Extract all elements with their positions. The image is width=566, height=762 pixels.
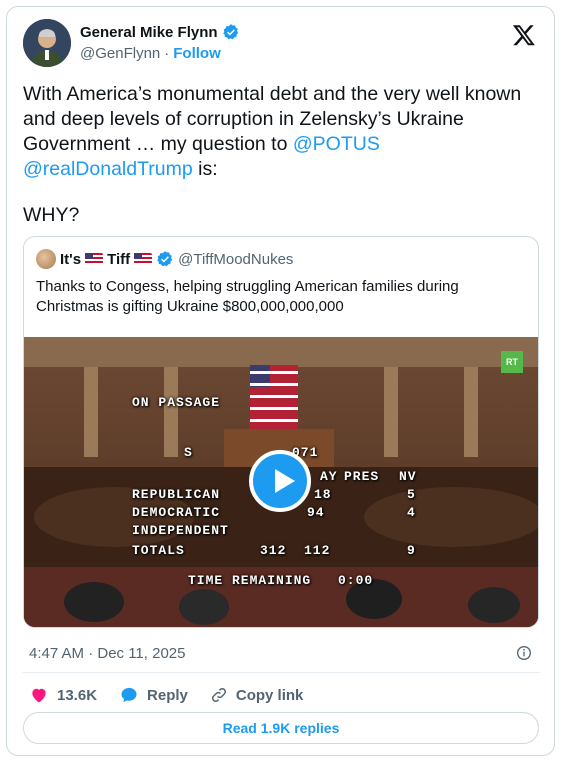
action-bar: 13.6K Reply Copy link [29, 685, 325, 705]
overlay-col-ay: AY [320, 469, 338, 484]
rt-channel-badge: RT [501, 351, 523, 373]
overlay-dem-nv: 4 [407, 505, 416, 520]
mention-potus[interactable]: @POTUS [293, 133, 380, 155]
read-replies-button[interactable]: Read 1.9K replies [23, 712, 539, 744]
verified-badge-icon [157, 251, 173, 267]
divider [23, 672, 540, 673]
us-flag-icon [85, 253, 104, 265]
play-button[interactable] [249, 450, 311, 512]
overlay-republican: REPUBLICAN [132, 487, 221, 502]
separator-dot: · [164, 45, 170, 62]
quoted-tweet-header: It's Tiff @TiffMoodNukes [36, 249, 293, 269]
overlay-col-pres: PRES [344, 469, 380, 484]
tweet-text-why: WHY? [23, 204, 80, 226]
overlay-democratic: DEMOCRATIC [132, 505, 221, 520]
overlay-totals-nv: 9 [407, 543, 416, 558]
overlay-independent: INDEPENDENT [132, 523, 229, 538]
overlay-time-value: 0:00 [338, 573, 374, 588]
tweet-timestamp[interactable]: 4:47 AM · Dec 11, 2025 [29, 645, 185, 662]
overlay-col-nv: NV [399, 469, 417, 484]
overlay-rep-values: 18 [314, 487, 332, 502]
quoted-author-name-suffix[interactable]: Tiff [107, 251, 130, 268]
like-count: 13.6K [57, 686, 98, 704]
quoted-author-name-prefix[interactable]: It's [60, 251, 81, 268]
overlay-totals-yea: 312 [260, 543, 287, 558]
overlay-totals: TOTALS [132, 543, 185, 558]
author-name-row: General Mike Flynn [80, 23, 240, 41]
x-logo-icon[interactable] [512, 23, 536, 47]
author-handle-row: @GenFlynn · Follow [80, 45, 221, 62]
overlay-totals-nay: 112 [304, 543, 331, 558]
reply-button[interactable]: Reply [119, 685, 188, 705]
mention-realdonaldtrump[interactable]: @realDonaldTrump [23, 158, 193, 180]
copy-link-button[interactable]: Copy link [210, 686, 304, 704]
tweet-text-part1: With America’s monumental debt and the v… [23, 83, 522, 155]
follow-button[interactable]: Follow [173, 45, 221, 62]
us-flag-icon [134, 253, 153, 265]
quoted-tweet-text: Thanks to Congess, helping struggling Am… [36, 278, 459, 315]
reply-label: Reply [147, 686, 188, 704]
overlay-on-passage: ON PASSAGE [132, 395, 221, 410]
overlay-col-s: S [184, 445, 193, 460]
author-avatar[interactable] [23, 19, 71, 67]
heart-icon [32, 688, 46, 703]
video-player[interactable]: RT ON PASSAGE S 071 AY PRES NV REPUBLICA… [24, 337, 538, 627]
link-icon [211, 687, 226, 703]
quoted-author-avatar[interactable] [36, 249, 56, 269]
overlay-rep-nv: 5 [407, 487, 416, 502]
verified-badge-icon [222, 24, 238, 40]
tweet-text: With America’s monumental debt and the v… [23, 82, 543, 182]
like-button[interactable]: 13.6K [29, 685, 97, 705]
quoted-tweet[interactable]: It's Tiff @TiffMoodNukes Thanks to Conge… [23, 236, 539, 628]
reply-bubble-icon [121, 687, 137, 703]
quoted-author-handle[interactable]: @TiffMoodNukes [178, 251, 293, 268]
copy-link-label: Copy link [235, 686, 304, 704]
tweet-text-part2: is: [192, 158, 218, 180]
tweet-card: General Mike Flynn @GenFlynn · Follow Wi… [6, 6, 555, 756]
info-icon[interactable] [516, 645, 532, 661]
overlay-time-remaining: TIME REMAINING [188, 573, 312, 588]
overlay-dem-values: 94 [307, 505, 325, 520]
author-handle[interactable]: @GenFlynn [80, 45, 160, 62]
author-name[interactable]: General Mike Flynn [80, 24, 218, 41]
